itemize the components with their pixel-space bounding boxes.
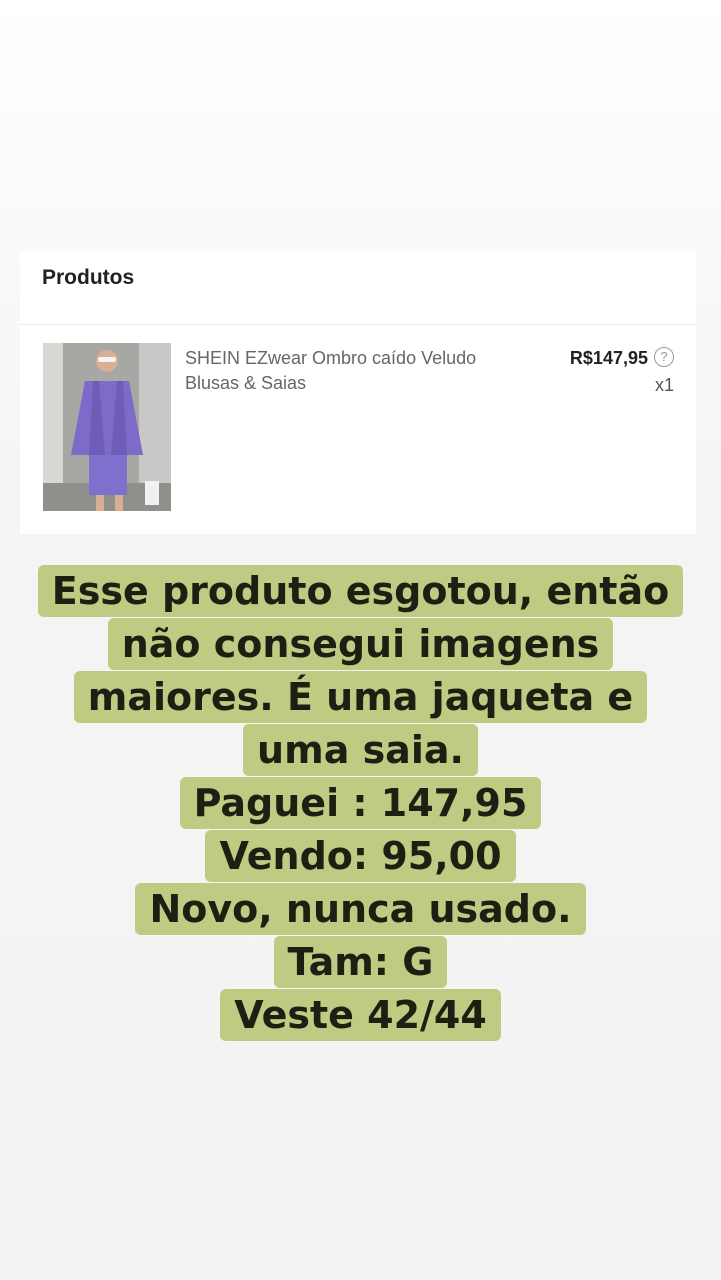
- caption-line: Vendo: 95,00: [205, 830, 516, 882]
- question-circle-icon[interactable]: ?: [654, 347, 674, 367]
- caption-line: Tam: G: [273, 936, 448, 988]
- section-title: Produtos: [42, 266, 135, 289]
- caption-line: Esse produto esgotou, então: [37, 565, 684, 617]
- products-card: Produtos SHEIN EZwear Ombro caído Veludo…: [20, 252, 696, 534]
- caption-line: uma saia.: [243, 724, 478, 776]
- caption-line: Novo, nunca usado.: [135, 883, 586, 935]
- product-photo-icon[interactable]: [43, 343, 171, 511]
- caption-line: Veste 42/44: [220, 989, 501, 1041]
- products-header: Produtos: [20, 252, 696, 325]
- caption-line: maiores. É uma jaqueta e: [73, 671, 648, 723]
- product-name[interactable]: SHEIN EZwear Ombro caído Veludo Blusas &…: [185, 346, 535, 396]
- product-quantity: x1: [654, 375, 674, 395]
- story-caption: Esse produto esgotou, então não consegui…: [0, 565, 721, 1042]
- caption-line: não consegui imagens: [107, 618, 614, 670]
- caption-line: Paguei : 147,95: [179, 777, 542, 829]
- product-price: R$147,95: [569, 348, 648, 368]
